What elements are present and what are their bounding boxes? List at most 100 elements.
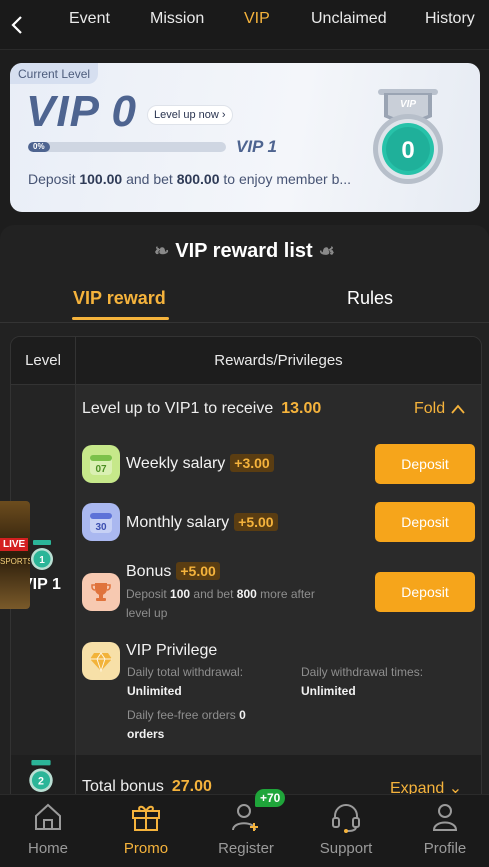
row1-head-amount: 13.00 xyxy=(281,400,322,417)
weekly-salary-badge: +3.00 xyxy=(230,454,274,472)
bet-amount: 800.00 xyxy=(176,171,220,187)
nav-promo[interactable]: Promo xyxy=(98,795,194,867)
tab-event[interactable]: Event xyxy=(69,10,110,28)
ad-live-label: LIVE xyxy=(0,538,29,551)
register-bonus-badge: +70 xyxy=(255,789,286,807)
gift-icon xyxy=(132,805,160,831)
top-nav: Event Mission VIP Unclaimed History xyxy=(0,0,489,50)
vip1-badge-number: 1 xyxy=(39,555,45,566)
tab-unclaimed[interactable]: Unclaimed xyxy=(311,10,387,28)
laurel-left-icon: ❧ xyxy=(154,241,170,262)
bonus-deposit-button[interactable]: Deposit xyxy=(375,572,475,612)
fold-button[interactable]: Fold xyxy=(414,400,466,418)
chevron-up-icon xyxy=(450,404,465,414)
medal-number: 0 xyxy=(401,137,414,164)
back-button[interactable] xyxy=(0,5,34,45)
ad-sports-label: SPORTS xyxy=(0,557,30,566)
medal-ribbon-text: VIP xyxy=(400,99,416,110)
weekly-deposit-button[interactable]: Deposit xyxy=(375,444,475,484)
nav-home[interactable]: Home xyxy=(0,795,96,867)
current-vip-level: VIP 0 xyxy=(26,87,137,136)
header-rewards: Rewards/Privileges xyxy=(214,352,343,369)
weekly-salary-label: Weekly salary +3.00 xyxy=(126,454,274,473)
home-icon xyxy=(35,803,61,830)
level-progress-bar: 0% xyxy=(28,142,226,152)
bonus-description: Deposit 100 and bet 800 more after level … xyxy=(126,585,366,623)
monthly-deposit-button[interactable]: Deposit xyxy=(375,502,475,542)
row2-head-text: Total bonus xyxy=(82,778,164,795)
desc-pre: Deposit xyxy=(28,171,80,187)
tab-vip-reward[interactable]: VIP reward xyxy=(73,288,166,309)
nav-promo-label: Promo xyxy=(123,840,169,857)
fee-free-orders: Daily fee-free orders 0 orders xyxy=(127,706,246,744)
reward-list-title-text: VIP reward list xyxy=(175,240,313,262)
diamond-icon xyxy=(82,642,120,680)
floating-sports-ad[interactable]: LIVE SPORTS xyxy=(0,501,30,609)
withdrawal-times-label: Daily withdrawal times: xyxy=(301,665,424,679)
chevron-right-icon: › xyxy=(221,109,226,121)
level-up-label: Level up now xyxy=(154,109,219,121)
bonus-desc-post1: more after xyxy=(256,587,315,601)
row1-head: Level up to VIP1 to receive 13.00 xyxy=(82,400,321,418)
desc-mid: and bet xyxy=(122,171,177,187)
level-up-link[interactable]: Level up now › xyxy=(147,105,233,125)
next-vip-level: VIP 1 xyxy=(236,137,277,156)
bonus-desc-bet: 800 xyxy=(236,587,257,601)
bonus-label: Bonus +5.00 xyxy=(126,562,220,581)
withdrawal-times-value: Unlimited xyxy=(301,684,356,698)
calendar-month-icon: 30 xyxy=(82,503,120,541)
bonus-text: Bonus xyxy=(126,563,172,580)
tab-rules[interactable]: Rules xyxy=(347,288,393,309)
header-level: Level xyxy=(25,352,61,369)
user-icon xyxy=(432,804,458,831)
trophy-icon xyxy=(82,573,120,611)
tab-vip[interactable]: VIP xyxy=(244,10,270,28)
monthly-salary-label: Monthly salary +5.00 xyxy=(126,513,278,532)
withdrawal-limit-value: Unlimited xyxy=(127,684,182,698)
nav-register-label: Register xyxy=(218,840,274,857)
chevron-left-icon xyxy=(11,15,22,34)
bottom-nav: Home Promo Register Support Profile xyxy=(0,794,489,867)
vip-privilege-title: VIP Privilege xyxy=(126,642,218,659)
bonus-desc-pre: Deposit xyxy=(126,587,171,601)
bonus-desc-mid: and bet xyxy=(190,587,237,601)
bonus-desc-deposit: 100 xyxy=(170,587,191,601)
active-tab-underline xyxy=(72,317,169,320)
laurel-right-icon: ☙ xyxy=(318,241,335,262)
vip1-level-badge-icon: 1 xyxy=(31,540,53,570)
vip-page: Event Mission VIP Unclaimed History Curr… xyxy=(0,0,489,867)
vip2-badge-number: 2 xyxy=(38,776,44,788)
current-level-tag: Current Level xyxy=(10,63,99,84)
fee-free-value: 0 xyxy=(239,708,246,722)
withdrawal-limit-label: Daily total withdrawal: xyxy=(127,665,244,679)
vip-medal-icon: VIP 0 xyxy=(373,89,443,184)
row2-head-amount: 27.00 xyxy=(171,778,212,795)
fee-free-unit: orders xyxy=(127,727,165,741)
nav-profile-label: Profile xyxy=(423,840,467,857)
tab-mission[interactable]: Mission xyxy=(150,10,204,28)
withdrawal-times: Daily withdrawal times: Unlimited xyxy=(301,663,423,701)
progress-percent: 0% xyxy=(28,142,50,152)
tab-history[interactable]: History xyxy=(425,10,475,28)
column-divider xyxy=(75,337,76,805)
nav-profile[interactable]: Profile xyxy=(397,795,489,867)
weekly-salary-text: Weekly salary xyxy=(126,455,226,472)
fold-label: Fold xyxy=(414,400,446,417)
monthly-salary-text: Monthly salary xyxy=(126,514,230,531)
desc-post: to enjoy member b... xyxy=(219,171,352,187)
fee-free-label: Daily fee-free orders xyxy=(127,708,236,722)
nav-support[interactable]: Support xyxy=(298,795,394,867)
weekly-icon-text: 07 xyxy=(95,464,107,475)
tab-divider xyxy=(0,322,489,323)
vip2-level-badge-icon: 2 xyxy=(29,760,53,792)
table-header: Level Rewards/Privileges xyxy=(11,337,481,385)
level-requirement-text: Deposit 100.00 and bet 800.00 to enjoy m… xyxy=(28,171,351,187)
nav-support-label: Support xyxy=(319,840,373,857)
bonus-badge: +5.00 xyxy=(176,562,220,580)
monthly-icon-text: 30 xyxy=(95,522,107,533)
calendar-week-icon: 07 xyxy=(82,445,120,483)
nav-home-label: Home xyxy=(27,840,68,857)
row1-head-text: Level up to VIP1 to receive xyxy=(82,400,274,417)
withdrawal-limit: Daily total withdrawal: Unlimited xyxy=(127,663,243,701)
monthly-salary-badge: +5.00 xyxy=(234,513,278,531)
